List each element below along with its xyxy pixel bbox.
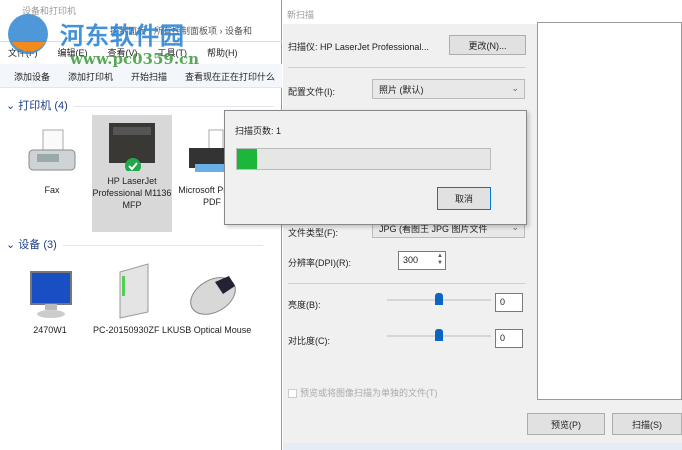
contrast-input[interactable]: 0	[495, 329, 523, 348]
progress-fill	[237, 149, 258, 169]
device-mouse[interactable]: USB Optical Mouse	[172, 268, 252, 336]
menu-help[interactable]: 帮助(H)	[207, 48, 238, 58]
dpi-spinbox[interactable]: 300 ▲ ▼	[398, 251, 446, 270]
brightness-input[interactable]: 0	[495, 293, 523, 312]
brightness-slider-thumb[interactable]	[435, 293, 443, 305]
devices-group-header[interactable]: ⌄ 设备 (3)	[6, 236, 263, 252]
contrast-slider-thumb[interactable]	[435, 329, 443, 341]
watermark-logo-text: 河东软件园	[60, 23, 185, 50]
device-monitor[interactable]: 2470W1	[10, 268, 90, 336]
cancel-button[interactable]: 取消	[437, 187, 491, 210]
filetype-value: JPG (看图王 JPG 图片文件	[379, 224, 488, 234]
divider	[288, 67, 526, 68]
divider	[288, 283, 526, 284]
change-scanner-button[interactable]: 更改(N)...	[449, 35, 526, 55]
contrast-label: 对比度(C):	[288, 336, 330, 346]
group-label: 设备 (3)	[18, 239, 57, 251]
dpi-label: 分辨率(DPI)(R):	[288, 258, 351, 268]
printer-icon	[105, 119, 159, 174]
profile-select[interactable]: 照片 (默认) ⌄	[372, 79, 525, 99]
chevron-down-icon: ⌄	[511, 83, 519, 93]
profile-value: 照片 (默认)	[379, 85, 424, 95]
watermark-url: www.pc0359.cn	[70, 50, 200, 68]
device-label: 2470W1	[33, 325, 67, 335]
scan-progress-bar	[236, 148, 491, 170]
device-label: USB Optical Mouse	[172, 325, 252, 335]
checkbox-icon[interactable]	[288, 389, 297, 399]
add-device-button[interactable]: 添加设备	[14, 72, 50, 82]
pages-scanned-label: 扫描页数: 1	[235, 126, 282, 136]
device-label: HP LaserJet Professional M1136 MFP	[92, 176, 172, 210]
brightness-label: 亮度(B):	[288, 300, 321, 310]
devices-printers-window: 设备和打印机 控制面板 › 所有控制面板项 › 设备和 文件(F)编辑(E)查看…	[0, 0, 282, 450]
device-label: Fax	[44, 185, 60, 195]
scan-button[interactable]: 扫描(S)	[612, 413, 682, 435]
preview-area	[537, 22, 682, 400]
breadcrumb-item[interactable]: 设备和	[225, 26, 252, 36]
scanner-label: 扫描仪: HP LaserJet Professional...	[288, 42, 429, 52]
preview-button[interactable]: 预览(P)	[527, 413, 605, 435]
watermark-logo-icon	[4, 12, 56, 58]
status-strip	[283, 443, 682, 450]
spin-arrows-icon[interactable]: ▲ ▼	[437, 253, 443, 267]
profile-label: 配置文件(I):	[288, 87, 335, 97]
group-label: 打印机 (4)	[18, 100, 68, 112]
mouse-icon	[185, 268, 239, 320]
start-scan-button[interactable]: 开始扫描	[131, 72, 167, 82]
device-hp-laserjet[interactable]: HP LaserJet Professional M1136 MFP	[92, 115, 172, 232]
add-printer-button[interactable]: 添加打印机	[68, 72, 113, 82]
device-fax[interactable]: Fax	[12, 128, 92, 196]
dpi-value: 300	[403, 255, 419, 265]
separate-files-checkbox[interactable]: 预览或将图像扫描为单独的文件(T)	[288, 386, 438, 399]
monitor-icon	[23, 268, 77, 320]
computer-icon	[106, 262, 160, 320]
device-label: PC-20150930ZF LK	[92, 325, 174, 335]
filetype-label: 文件类型(F):	[288, 228, 338, 238]
new-scan-dialog: 新扫描 扫描仪: HP LaserJet Professional... 更改(…	[283, 0, 682, 450]
fax-icon	[25, 128, 79, 180]
dialog-titlebar: 新扫描	[283, 0, 682, 24]
see-printing-button[interactable]: 查看现在正在打印什么	[185, 72, 275, 82]
dialog-title: 新扫描	[287, 10, 315, 20]
device-pc[interactable]: PC-20150930ZF LK	[92, 262, 174, 336]
checkbox-label: 预览或将图像扫描为单独的文件(T)	[300, 388, 438, 398]
scan-progress-dialog: 扫描页数: 1 取消	[224, 110, 527, 225]
